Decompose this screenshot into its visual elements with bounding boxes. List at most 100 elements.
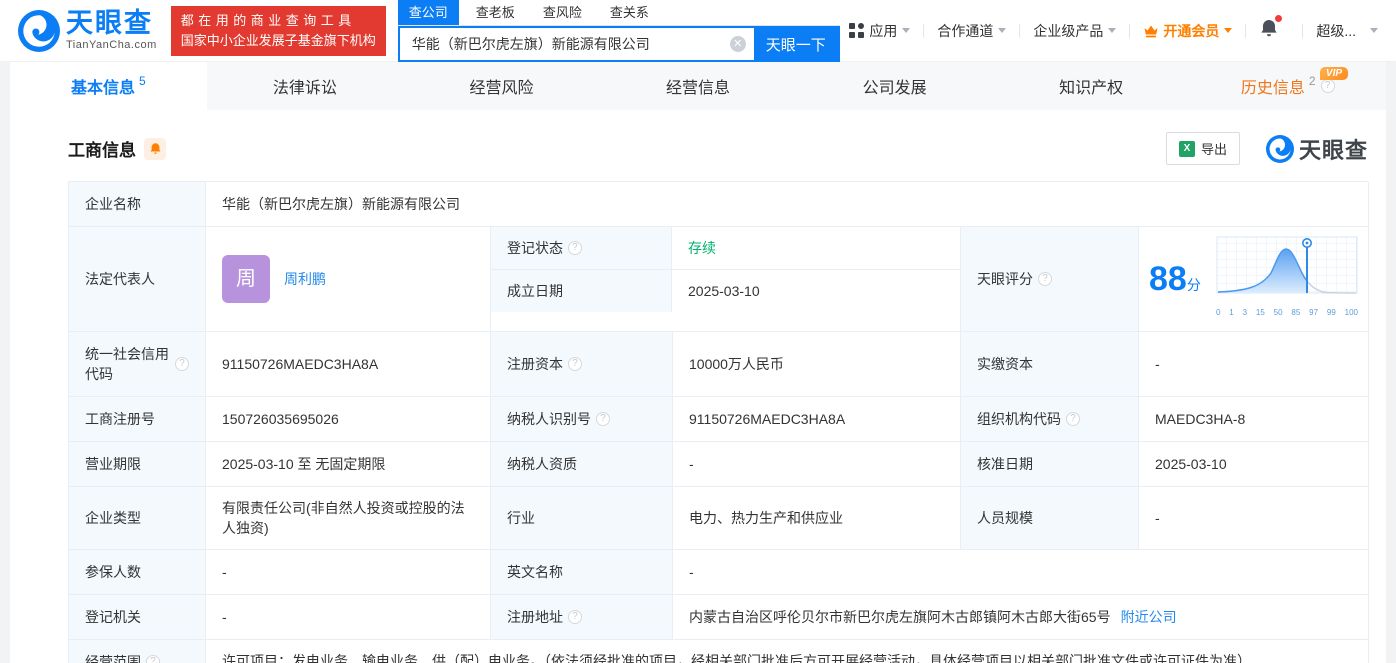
logo-swirl-icon — [1265, 134, 1294, 163]
field-value-industry: 电力、热力生产和供应业 — [673, 487, 961, 550]
clear-icon[interactable]: ✕ — [729, 36, 746, 52]
monitor-bell-button[interactable] — [144, 137, 166, 160]
tab-legal-litigation[interactable]: 法律诉讼 — [207, 62, 404, 110]
vip-badge: VIP — [1319, 67, 1349, 80]
field-label-paid-capital: 实缴资本 — [961, 332, 1139, 397]
menu-apps-label: 应用 — [869, 22, 898, 39]
score-distribution-chart: 0 1 3 15 50 85 97 99 100 — [1216, 235, 1358, 323]
help-icon[interactable]: ? — [1038, 272, 1052, 286]
tab-company-development[interactable]: 公司发展 — [796, 62, 993, 110]
apps-grid-icon — [849, 23, 865, 38]
notification-dot — [1275, 15, 1283, 22]
tab-history-info-label: 历史信息 — [1240, 80, 1305, 97]
field-label-business-scope: 经营范围? — [69, 640, 206, 663]
menu-separator — [1019, 23, 1021, 38]
help-icon[interactable]: ? — [568, 241, 582, 255]
search-input[interactable] — [399, 28, 730, 60]
excel-icon: X — [1178, 140, 1195, 157]
tab-history-info-badge: 2 — [1308, 74, 1316, 88]
business-info-table: 企业名称 华能（新巴尔虎左旗）新能源有限公司 法定代表人 周 周利鹏 登记状态?… — [68, 181, 1369, 663]
field-value-company-name: 华能（新巴尔虎左旗）新能源有限公司 — [206, 182, 1369, 227]
field-label-taxpayer-id: 纳税人识别号? — [491, 397, 673, 442]
tab-operation-info[interactable]: 经营信息 — [600, 62, 797, 110]
field-value-est-date: 2025-03-10 — [688, 283, 760, 299]
score-number: 88分 — [1149, 260, 1201, 298]
tab-company-development-label: 公司发展 — [862, 80, 927, 97]
export-button[interactable]: X 导出 — [1165, 132, 1240, 165]
promo-line2: 国家中小企业发展子基金旗下机构 — [180, 32, 376, 48]
chevron-down-icon — [1224, 28, 1233, 33]
field-label-est-date: 成立日期 — [491, 270, 672, 312]
search-tab-risk[interactable]: 查风险 — [532, 0, 593, 25]
business-info-header: 工商信息 X 导出 天眼查 — [68, 132, 1368, 165]
notification-bell[interactable] — [1259, 15, 1283, 43]
watermark-text: 天眼查 — [1298, 137, 1368, 163]
watermark-logo: 天眼查 — [1265, 133, 1368, 165]
chevron-down-icon — [902, 28, 911, 33]
help-icon[interactable]: ? — [1066, 412, 1080, 426]
field-label-english-name: 英文名称 — [491, 550, 673, 595]
help-icon[interactable]: ? — [596, 412, 610, 426]
score-axis-ticks: 0 1 3 15 50 85 97 99 100 — [1216, 308, 1358, 317]
field-value-approval-date: 2025-03-10 — [1139, 442, 1369, 487]
top-header: 天眼查 TianYanCha.com 都在用的商业查询工具 国家中小企业发展子基… — [0, 0, 1396, 62]
tab-basic-info[interactable]: 基本信息 5 — [10, 62, 207, 110]
tab-intellectual-property[interactable]: 知识产权 — [993, 62, 1190, 110]
tab-operation-risk-label: 经营风险 — [469, 80, 534, 97]
legal-rep-link[interactable]: 周利鹏 — [284, 269, 326, 289]
tab-history-info[interactable]: VIP 历史信息 2 ? — [1189, 62, 1386, 110]
help-icon[interactable]: ? — [175, 357, 189, 371]
help-icon[interactable]: ? — [1320, 79, 1335, 93]
field-value-staff-size: - — [1139, 487, 1369, 550]
tab-intellectual-property-label: 知识产权 — [1059, 80, 1124, 97]
help-icon[interactable]: ? — [568, 610, 582, 624]
logo-swirl-icon — [18, 9, 60, 52]
menu-user-label: 超级... — [1316, 22, 1356, 39]
menu-user-account[interactable]: 超级... — [1316, 21, 1378, 41]
field-value-taxpayer-id: 91150726MAEDC3HA8A — [673, 397, 961, 442]
nearby-companies-link[interactable]: 附近公司 — [1121, 607, 1177, 627]
tab-legal-litigation-label: 法律诉讼 — [272, 80, 337, 97]
menu-separator — [1129, 23, 1131, 38]
page-body: 基本信息 5 法律诉讼 经营风险 经营信息 公司发展 知识产权 VIP 历史信息… — [10, 62, 1386, 663]
menu-apps[interactable]: 应用 — [849, 21, 911, 41]
field-label-reg-status: 登记状态? — [491, 227, 672, 269]
section-title: 工商信息 — [68, 141, 136, 160]
status-badge: 存续 — [688, 240, 716, 256]
chevron-down-icon — [1370, 28, 1378, 33]
search-box: 查公司 查老板 查风险 查关系 ✕ 天眼一下 — [397, 0, 840, 62]
chevron-down-icon — [1108, 28, 1117, 33]
field-label-reg-capital: 注册资本? — [491, 332, 673, 397]
help-icon[interactable]: ? — [146, 655, 160, 663]
menu-separator — [923, 23, 925, 38]
field-label-approval-date: 核准日期 — [961, 442, 1139, 487]
field-label-business-term: 营业期限 — [69, 442, 206, 487]
field-label-insured-count: 参保人数 — [69, 550, 206, 595]
status-date-subtable: 登记状态? 存续 成立日期 2025-03-10 — [491, 227, 961, 332]
tianyancha-logo[interactable]: 天眼查 TianYanCha.com — [18, 8, 157, 52]
chevron-down-icon — [998, 28, 1007, 33]
export-label: 导出 — [1200, 142, 1227, 157]
brand-domain: TianYanCha.com — [66, 39, 157, 51]
search-button[interactable]: 天眼一下 — [753, 28, 838, 60]
field-label-uscc: 统一社会信用代码? — [69, 332, 206, 397]
search-tab-relation[interactable]: 查关系 — [599, 0, 660, 25]
tab-basic-info-label: 基本信息 — [70, 80, 135, 97]
legal-rep-avatar[interactable]: 周 — [222, 255, 270, 303]
tab-operation-risk[interactable]: 经营风险 — [403, 62, 600, 110]
field-label-taxpayer-quality: 纳税人资质 — [491, 442, 673, 487]
menu-enterprise-label: 企业级产品 — [1033, 22, 1104, 39]
bell-icon — [150, 143, 160, 154]
brand-name: 天眼查 — [66, 8, 153, 38]
help-icon[interactable]: ? — [568, 357, 582, 371]
field-value-legal-rep: 周 周利鹏 — [206, 227, 491, 332]
search-tab-boss[interactable]: 查老板 — [465, 0, 526, 25]
field-value-reg-status: 存续 — [672, 227, 960, 269]
search-tab-company[interactable]: 查公司 — [397, 0, 459, 25]
menu-vip-label: 开通会员 — [1163, 22, 1220, 39]
menu-cooperation[interactable]: 合作通道 — [937, 21, 1007, 41]
menu-open-vip[interactable]: 开通会员 — [1143, 21, 1233, 41]
menu-enterprise-products[interactable]: 企业级产品 — [1033, 21, 1117, 41]
field-value-uscc: 91150726MAEDC3HA8A — [206, 332, 491, 397]
company-nav-tabs: 基本信息 5 法律诉讼 经营风险 经营信息 公司发展 知识产权 VIP 历史信息… — [10, 62, 1386, 110]
